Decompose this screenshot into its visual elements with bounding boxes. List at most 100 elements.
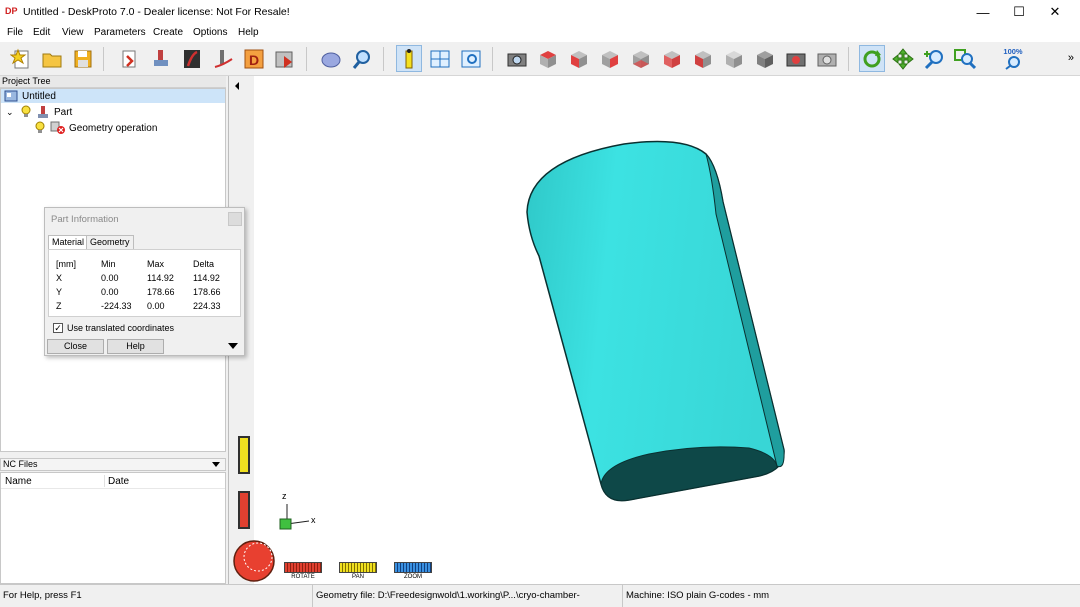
project-icon [4,90,18,102]
view-front-button[interactable] [566,45,592,72]
view-layout-button[interactable] [427,45,453,72]
menu-help[interactable]: Help [238,27,259,38]
header-delta: Delta [193,259,215,269]
rotate-bar[interactable] [284,562,322,573]
draft-button[interactable]: D [241,45,267,72]
row-y-max: 178.66 [147,287,175,297]
part-parameters-button[interactable] [148,45,174,72]
zoom-mode-button[interactable] [921,45,947,72]
status-machine: Machine: ISO plain G-codes - mm [622,585,1080,607]
row-y-delta: 178.66 [193,287,221,297]
dialog-expand-arrow-icon[interactable] [228,343,238,349]
maximize-button[interactable]: ☐ [1001,0,1037,24]
menu-file[interactable]: File [7,27,23,38]
lightbulb-icon[interactable] [34,121,46,135]
zoom-label: ZOOM [404,574,422,580]
tab-material[interactable]: Material [48,235,89,250]
app-logo-icon: DP [5,4,19,18]
close-button[interactable]: ✕ [1037,0,1073,24]
operation-button[interactable] [179,45,205,72]
part-render [279,140,785,530]
tree-item-project[interactable]: Untitled [1,89,225,103]
dropdown-arrow-icon[interactable] [212,462,220,467]
tree-item-label: Part [54,106,73,118]
cube-top-icon [540,50,556,68]
cube-back-icon [664,50,680,68]
block-icon [321,52,341,67]
view-left-button[interactable] [690,45,716,72]
toolbar-overflow-button[interactable]: » [1068,52,1074,64]
pan-mode-button[interactable] [890,45,916,72]
title-bar: DP Untitled - DeskProto 7.0 - Dealer lic… [0,0,1080,24]
cube-front-icon [571,50,587,68]
zoom-100-button[interactable]: 100% [1000,45,1026,72]
menu-create[interactable]: Create [153,27,183,38]
pan-bar[interactable] [339,562,377,573]
axis-cube-shape [279,518,292,530]
minimize-button[interactable]: — [965,0,1001,24]
save-nc-button[interactable] [272,45,298,72]
nc-files-header[interactable]: NC Files [0,458,226,471]
open-project-button[interactable] [39,45,65,72]
view-right-button[interactable] [597,45,623,72]
header-min: Min [101,259,116,269]
cube-shaded-icon [757,50,773,68]
header-max: Max [147,259,165,269]
toolpath-button[interactable] [210,45,236,72]
toolbar: D 100% » [0,42,1080,76]
save-icon [74,50,92,67]
inspect-button[interactable] [349,45,375,72]
row-z-axis: Z [56,301,62,311]
row-y-min: 0.00 [101,287,119,297]
translated-coordinates-label: Use translated coordinates [67,323,175,333]
view-bottom-button[interactable] [628,45,654,72]
view-shaded-button[interactable] [752,45,778,72]
view-back-button[interactable] [659,45,685,72]
help-button[interactable]: Help [107,339,164,354]
load-geometry-button[interactable] [117,45,143,72]
save-project-button[interactable] [70,45,96,72]
save-nc-icon [275,51,293,68]
zoom-window-button[interactable] [952,45,978,72]
tree-item-geometry-operation[interactable]: Geometry operation [1,121,157,135]
new-project-button[interactable] [8,45,34,72]
zoom-bar[interactable] [394,562,432,573]
expand-chevron-icon[interactable]: ⌄ [6,107,16,118]
material-block-button[interactable] [318,45,344,72]
menu-parameters[interactable]: Parameters [94,27,146,38]
tree-item-part[interactable]: ⌄ Part [1,105,72,119]
translated-coordinates-checkbox[interactable]: ✓ [53,323,63,333]
close-dialog-button[interactable]: Close [47,339,104,354]
part-information-dialog: Part Information Material Geometry [mm] … [44,207,245,356]
info-button[interactable] [396,45,422,72]
nc-files-list: Name Date [0,472,226,584]
rotate-mode-button[interactable] [859,45,885,72]
3d-viewport[interactable]: z x ROTATE PAN ZOOM [229,76,1080,584]
menu-view[interactable]: View [62,27,84,38]
info-icon [405,48,413,68]
status-help: For Help, press F1 [3,590,82,601]
nc-column-date[interactable]: Date [108,476,129,487]
camera-view-button[interactable] [504,45,530,72]
row-z-min: -224.33 [101,301,132,311]
screenshot-button[interactable] [814,45,840,72]
rotate-icon [863,49,881,67]
render-button[interactable] [783,45,809,72]
svg-text:D: D [249,52,259,68]
window-zoom-icon [461,50,481,67]
dialog-close-icon[interactable] [228,212,242,226]
rotate-wheel-icon[interactable] [232,539,276,583]
tab-geometry[interactable]: Geometry [86,235,134,249]
menu-options[interactable]: Options [193,27,227,38]
view-iso-button[interactable] [721,45,747,72]
row-y-axis: Y [56,287,63,297]
nc-column-name[interactable]: Name [5,476,32,487]
lightbulb-icon[interactable] [20,105,32,119]
camera-gray-icon [817,53,837,66]
load-geometry-icon [122,50,136,67]
menu-edit[interactable]: Edit [33,27,50,38]
nc-files-title: NC Files [3,459,38,469]
view-zoom-window-button[interactable] [458,45,484,72]
view-top-button[interactable] [535,45,561,72]
folder-icon [42,53,62,67]
